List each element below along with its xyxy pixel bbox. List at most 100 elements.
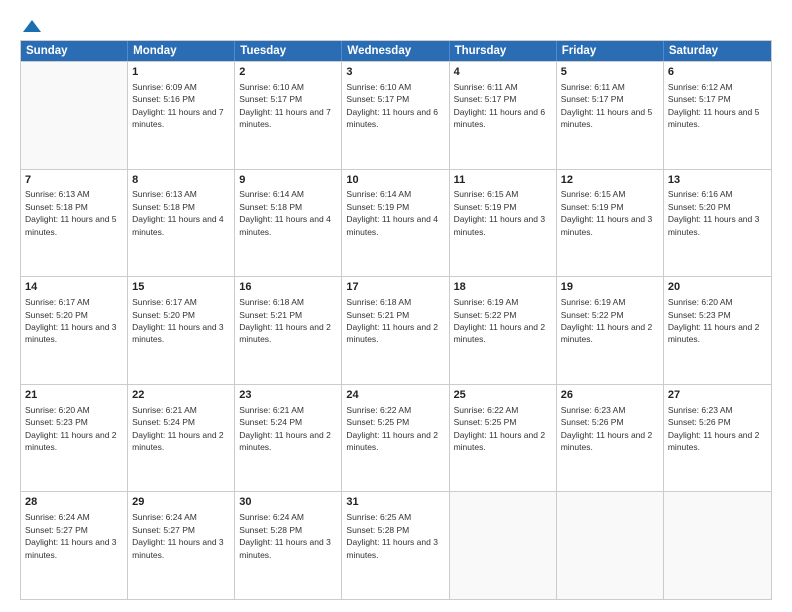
cell-info: Sunrise: 6:14 AMSunset: 5:19 PMDaylight:…	[346, 189, 438, 236]
cal-cell-r4-c5	[557, 492, 664, 599]
day-number: 19	[561, 280, 659, 295]
cal-cell-r4-c0: 28 Sunrise: 6:24 AMSunset: 5:27 PMDayligh…	[21, 492, 128, 599]
day-number: 6	[668, 65, 767, 80]
cell-info: Sunrise: 6:24 AMSunset: 5:28 PMDaylight:…	[239, 512, 331, 559]
day-number: 25	[454, 388, 552, 403]
cell-info: Sunrise: 6:11 AMSunset: 5:17 PMDaylight:…	[561, 82, 653, 129]
header-wednesday: Wednesday	[342, 41, 449, 61]
cal-cell-r2-c0: 14Sunrise: 6:17 AMSunset: 5:20 PMDayligh…	[21, 277, 128, 384]
cal-cell-r4-c6	[664, 492, 771, 599]
cal-cell-r4-c1: 29Sunrise: 6:24 AMSunset: 5:27 PMDayligh…	[128, 492, 235, 599]
logo-text	[20, 18, 44, 34]
cal-cell-r1-c5: 12Sunrise: 6:15 AMSunset: 5:19 PMDayligh…	[557, 170, 664, 277]
cal-cell-r0-c5: 5 Sunrise: 6:11 AMSunset: 5:17 PMDaylight…	[557, 62, 664, 169]
cell-info: Sunrise: 6:13 AMSunset: 5:18 PMDaylight:…	[132, 189, 224, 236]
cell-info: Sunrise: 6:22 AMSunset: 5:25 PMDaylight:…	[454, 405, 546, 452]
day-number: 2	[239, 65, 337, 80]
cal-cell-r3-c0: 21 Sunrise: 6:20 AMSunset: 5:23 PMDayligh…	[21, 385, 128, 492]
day-number: 8	[132, 173, 230, 188]
day-number: 13	[668, 173, 767, 188]
cal-cell-r0-c4: 4Sunrise: 6:11 AMSunset: 5:17 PMDaylight…	[450, 62, 557, 169]
cell-info: Sunrise: 6:23 AMSunset: 5:26 PMDaylight:…	[668, 405, 760, 452]
cell-info: Sunrise: 6:10 AMSunset: 5:17 PMDaylight:…	[239, 82, 331, 129]
calendar-row-2: 14Sunrise: 6:17 AMSunset: 5:20 PMDayligh…	[21, 276, 771, 384]
day-number: 16	[239, 280, 337, 295]
cell-info: Sunrise: 6:09 AMSunset: 5:16 PMDaylight:…	[132, 82, 224, 129]
cal-cell-r1-c0: 7Sunrise: 6:13 AMSunset: 5:18 PMDaylight…	[21, 170, 128, 277]
day-number: 4	[454, 65, 552, 80]
cell-info: Sunrise: 6:20 AMSunset: 5:23 PMDaylight:…	[25, 405, 117, 452]
cal-cell-r1-c1: 8Sunrise: 6:13 AMSunset: 5:18 PMDaylight…	[128, 170, 235, 277]
day-number: 31	[346, 495, 444, 510]
day-number: 30	[239, 495, 337, 510]
header-tuesday: Tuesday	[235, 41, 342, 61]
cell-info: Sunrise: 6:25 AMSunset: 5:28 PMDaylight:…	[346, 512, 438, 559]
cell-info: Sunrise: 6:15 AMSunset: 5:19 PMDaylight:…	[561, 189, 653, 236]
cal-cell-r3-c5: 26Sunrise: 6:23 AMSunset: 5:26 PMDayligh…	[557, 385, 664, 492]
cell-info: Sunrise: 6:23 AMSunset: 5:26 PMDaylight:…	[561, 405, 653, 452]
cell-info: Sunrise: 6:20 AMSunset: 5:23 PMDaylight:…	[668, 297, 760, 344]
calendar-row-0: 1 Sunrise: 6:09 AMSunset: 5:16 PMDaylight…	[21, 61, 771, 169]
calendar-row-1: 7Sunrise: 6:13 AMSunset: 5:18 PMDaylight…	[21, 169, 771, 277]
calendar-header: Sunday Monday Tuesday Wednesday Thursday…	[21, 41, 771, 61]
cell-info: Sunrise: 6:18 AMSunset: 5:21 PMDaylight:…	[346, 297, 438, 344]
cal-cell-r2-c6: 20 Sunrise: 6:20 AMSunset: 5:23 PMDayligh…	[664, 277, 771, 384]
day-number: 10	[346, 173, 444, 188]
header	[20, 18, 772, 34]
cal-cell-r0-c2: 2 Sunrise: 6:10 AMSunset: 5:17 PMDaylight…	[235, 62, 342, 169]
header-monday: Monday	[128, 41, 235, 61]
cell-info: Sunrise: 6:14 AMSunset: 5:18 PMDaylight:…	[239, 189, 331, 236]
cal-cell-r0-c3: 3 Sunrise: 6:10 AMSunset: 5:17 PMDaylight…	[342, 62, 449, 169]
day-number: 1	[132, 65, 230, 80]
cal-cell-r3-c2: 23Sunrise: 6:21 AMSunset: 5:24 PMDayligh…	[235, 385, 342, 492]
day-number: 20	[668, 280, 767, 295]
day-number: 22	[132, 388, 230, 403]
cal-cell-r4-c3: 31 Sunrise: 6:25 AMSunset: 5:28 PMDayligh…	[342, 492, 449, 599]
day-number: 9	[239, 173, 337, 188]
cal-cell-r3-c4: 25 Sunrise: 6:22 AMSunset: 5:25 PMDayligh…	[450, 385, 557, 492]
cal-cell-r1-c2: 9Sunrise: 6:14 AMSunset: 5:18 PMDaylight…	[235, 170, 342, 277]
day-number: 3	[346, 65, 444, 80]
header-saturday: Saturday	[664, 41, 771, 61]
cell-info: Sunrise: 6:16 AMSunset: 5:20 PMDaylight:…	[668, 189, 760, 236]
cal-cell-r2-c3: 17 Sunrise: 6:18 AMSunset: 5:21 PMDayligh…	[342, 277, 449, 384]
cal-cell-r1-c4: 11Sunrise: 6:15 AMSunset: 5:19 PMDayligh…	[450, 170, 557, 277]
day-number: 15	[132, 280, 230, 295]
cell-info: Sunrise: 6:19 AMSunset: 5:22 PMDaylight:…	[561, 297, 653, 344]
day-number: 28	[25, 495, 123, 510]
cal-cell-r4-c4	[450, 492, 557, 599]
cal-cell-r2-c5: 19 Sunrise: 6:19 AMSunset: 5:22 PMDayligh…	[557, 277, 664, 384]
cal-cell-r1-c3: 10Sunrise: 6:14 AMSunset: 5:19 PMDayligh…	[342, 170, 449, 277]
day-number: 17	[346, 280, 444, 295]
cal-cell-r2-c2: 16 Sunrise: 6:18 AMSunset: 5:21 PMDayligh…	[235, 277, 342, 384]
day-number: 5	[561, 65, 659, 80]
page: Sunday Monday Tuesday Wednesday Thursday…	[0, 0, 792, 612]
cell-info: Sunrise: 6:21 AMSunset: 5:24 PMDaylight:…	[132, 405, 224, 452]
cal-cell-r3-c6: 27Sunrise: 6:23 AMSunset: 5:26 PMDayligh…	[664, 385, 771, 492]
day-number: 29	[132, 495, 230, 510]
cell-info: Sunrise: 6:15 AMSunset: 5:19 PMDaylight:…	[454, 189, 546, 236]
cell-info: Sunrise: 6:10 AMSunset: 5:17 PMDaylight:…	[346, 82, 438, 129]
day-number: 11	[454, 173, 552, 188]
cell-info: Sunrise: 6:12 AMSunset: 5:17 PMDaylight:…	[668, 82, 760, 129]
calendar-row-4: 28 Sunrise: 6:24 AMSunset: 5:27 PMDayligh…	[21, 491, 771, 599]
day-number: 18	[454, 280, 552, 295]
calendar: Sunday Monday Tuesday Wednesday Thursday…	[20, 40, 772, 600]
cal-cell-r3-c3: 24Sunrise: 6:22 AMSunset: 5:25 PMDayligh…	[342, 385, 449, 492]
calendar-row-3: 21 Sunrise: 6:20 AMSunset: 5:23 PMDayligh…	[21, 384, 771, 492]
cal-cell-r2-c4: 18 Sunrise: 6:19 AMSunset: 5:22 PMDayligh…	[450, 277, 557, 384]
cell-info: Sunrise: 6:18 AMSunset: 5:21 PMDaylight:…	[239, 297, 331, 344]
cell-info: Sunrise: 6:17 AMSunset: 5:20 PMDaylight:…	[25, 297, 117, 344]
cell-info: Sunrise: 6:24 AMSunset: 5:27 PMDaylight:…	[25, 512, 117, 559]
cal-cell-r3-c1: 22 Sunrise: 6:21 AMSunset: 5:24 PMDayligh…	[128, 385, 235, 492]
header-friday: Friday	[557, 41, 664, 61]
cell-info: Sunrise: 6:17 AMSunset: 5:20 PMDaylight:…	[132, 297, 224, 344]
day-number: 21	[25, 388, 123, 403]
cal-cell-r2-c1: 15 Sunrise: 6:17 AMSunset: 5:20 PMDayligh…	[128, 277, 235, 384]
day-number: 24	[346, 388, 444, 403]
cell-info: Sunrise: 6:19 AMSunset: 5:22 PMDaylight:…	[454, 297, 546, 344]
cal-cell-r1-c6: 13Sunrise: 6:16 AMSunset: 5:20 PMDayligh…	[664, 170, 771, 277]
cal-cell-r0-c0	[21, 62, 128, 169]
cal-cell-r4-c2: 30 Sunrise: 6:24 AMSunset: 5:28 PMDayligh…	[235, 492, 342, 599]
cal-cell-r0-c6: 6 Sunrise: 6:12 AMSunset: 5:17 PMDaylight…	[664, 62, 771, 169]
